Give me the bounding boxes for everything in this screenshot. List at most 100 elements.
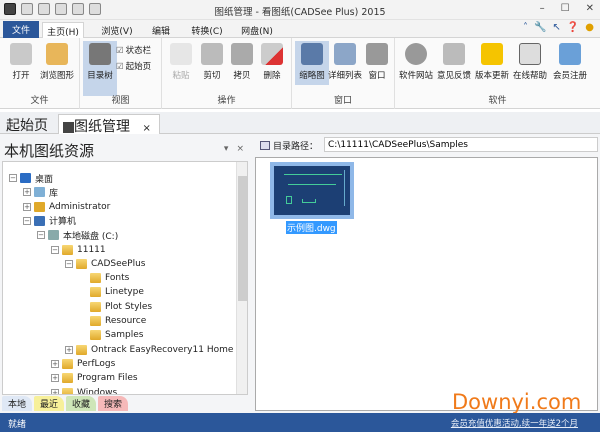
tab-drawing-manager[interactable]: 图纸管理 × xyxy=(58,114,160,135)
tree-item[interactable]: Resource xyxy=(79,314,146,328)
website-button[interactable]: 软件网站 xyxy=(399,41,433,91)
expand-icon[interactable]: + xyxy=(65,345,73,354)
collapse-icon[interactable]: − xyxy=(51,245,59,254)
tree-item-label: Resource xyxy=(105,316,147,326)
folder-open-icon xyxy=(10,43,32,65)
folder-icon xyxy=(76,258,87,269)
path-label: 目录路径： xyxy=(273,142,319,152)
tab-home[interactable]: 主页(H) xyxy=(42,22,84,39)
collapse-icon[interactable]: − xyxy=(65,259,73,268)
tree-item[interactable]: − 计算机 xyxy=(23,214,76,228)
online-help-button[interactable]: 在线帮助 xyxy=(513,41,547,91)
tree-item-label: Administrator xyxy=(49,201,111,212)
promo-link[interactable]: 会员充值优惠活动,续一年送2个月 xyxy=(451,417,578,429)
tree-item[interactable]: + PerfLogs xyxy=(51,357,115,371)
tree-item[interactable]: − 本地磁盘 (C:) xyxy=(37,228,118,242)
paste-button[interactable]: 粘贴 xyxy=(164,41,198,91)
tab-browse[interactable]: 浏览(V) xyxy=(96,22,138,38)
expand-icon[interactable]: + xyxy=(51,388,59,394)
tree-item[interactable]: + Administrator xyxy=(23,200,110,214)
expand-icon[interactable]: + xyxy=(23,188,31,197)
desktop-icon xyxy=(20,173,31,183)
folder-icon xyxy=(90,301,101,312)
path-icon xyxy=(260,141,270,150)
bottom-tab[interactable]: 本地 xyxy=(2,396,33,411)
tree-item[interactable]: Plot Styles xyxy=(79,300,152,314)
tree-item[interactable]: + Ontrack EasyRecovery11 Home xyxy=(65,343,233,357)
tab-edit[interactable]: 编辑 xyxy=(146,22,176,38)
bottom-tab[interactable]: 搜索 xyxy=(98,396,129,411)
tree-item[interactable]: − 11111 xyxy=(51,243,106,257)
delete-icon xyxy=(261,43,283,65)
thumbnail-button[interactable]: 缩略图 xyxy=(295,41,329,85)
panel-close-icon[interactable]: × xyxy=(236,144,244,154)
tab-convert[interactable]: 转换(C) xyxy=(186,22,228,38)
collapse-icon[interactable]: − xyxy=(23,216,31,225)
tree-item-label: Samples xyxy=(105,330,144,341)
statusbar-checkbox[interactable]: 状态栏 xyxy=(116,44,152,56)
file-thumbnail[interactable] xyxy=(270,162,354,219)
help-icon[interactable]: ❓ xyxy=(567,22,579,33)
tab-start-page[interactable]: 起始页 xyxy=(2,114,52,134)
lightning-icon xyxy=(481,43,503,65)
copy-button[interactable]: 拷贝 xyxy=(225,41,259,91)
path-input[interactable] xyxy=(324,137,598,152)
pin-dropdown-icon[interactable]: ▾ xyxy=(224,144,229,154)
feedback-button[interactable]: 意见反馈 xyxy=(437,41,471,91)
pointer-icon[interactable]: ↖ xyxy=(552,22,560,33)
close-tab-icon[interactable]: × xyxy=(142,123,150,134)
tree-item[interactable]: − 桌面 xyxy=(9,171,53,185)
group-window: 缩略图 详细列表 窗口 窗口 xyxy=(292,38,395,109)
expand-icon[interactable]: + xyxy=(23,202,31,211)
group-operations: 粘贴 剪切 拷贝 删除 操作 xyxy=(162,38,292,109)
expand-icon[interactable]: + xyxy=(51,359,59,368)
startpage-checkbox[interactable]: 起始页 xyxy=(116,60,152,72)
scrollbar-thumb[interactable] xyxy=(238,176,247,301)
bottom-tab[interactable]: 收藏 xyxy=(66,396,97,411)
folder-icon xyxy=(90,273,101,284)
minimize-button[interactable]: – xyxy=(540,3,545,14)
cut-button[interactable]: 剪切 xyxy=(195,41,229,91)
collapse-icon[interactable]: − xyxy=(37,231,45,240)
folder-icon xyxy=(62,387,73,394)
browse-drawing-button[interactable]: 浏览图形 xyxy=(40,41,74,91)
collapse-ribbon-icon[interactable]: ˄ xyxy=(523,22,528,33)
tree-item-label: 11111 xyxy=(77,244,106,255)
tree-item[interactable]: Linetype xyxy=(79,285,144,299)
tree-item-label: Program Files xyxy=(77,373,138,384)
tree-item[interactable]: Samples xyxy=(79,328,143,342)
tree-item[interactable]: Fonts xyxy=(79,271,129,285)
tree-item[interactable]: + Windows xyxy=(51,386,117,394)
tree-item[interactable]: − CADSeePlus xyxy=(65,257,145,271)
member-register-button[interactable]: 会员注册 xyxy=(553,41,587,91)
bottom-tab[interactable]: 最近 xyxy=(34,396,65,411)
group-label: 软件 xyxy=(488,96,507,106)
tree-scrollbar[interactable] xyxy=(236,162,247,394)
tree-button[interactable]: 目录树 xyxy=(83,41,117,96)
tree-item[interactable]: + 库 xyxy=(23,185,58,199)
folder-icon xyxy=(76,344,87,355)
question-icon xyxy=(519,43,541,65)
delete-button[interactable]: 删除 xyxy=(255,41,289,91)
tab-file[interactable]: 文件 xyxy=(3,21,39,38)
maximize-button[interactable]: ☐ xyxy=(561,3,570,14)
user-icon[interactable]: ● xyxy=(585,22,594,33)
collapse-icon[interactable]: − xyxy=(9,174,17,182)
folder-icon xyxy=(62,358,73,369)
pc-icon xyxy=(34,215,45,226)
window-title: 图纸管理 - 看图纸(CADSee Plus) 2015 xyxy=(214,7,386,18)
tree-item[interactable]: + Program Files xyxy=(51,371,138,385)
expand-icon[interactable]: + xyxy=(51,374,59,383)
group-software: 软件网站 意见反馈 版本更新 在线帮助 会员注册 软件 xyxy=(395,38,600,109)
window-button[interactable]: 窗口 xyxy=(360,41,394,91)
tab-netdisk[interactable]: 网盘(N) xyxy=(236,22,278,38)
tools-icon[interactable]: 🔧 xyxy=(534,22,546,33)
update-button[interactable]: 版本更新 xyxy=(475,41,509,91)
group-label: 视图 xyxy=(111,96,130,106)
close-button[interactable]: ✕ xyxy=(586,3,594,14)
scissors-icon xyxy=(201,43,223,65)
detail-list-button[interactable]: 详细列表 xyxy=(328,41,362,91)
file-name[interactable]: 示例图.dwg xyxy=(286,221,337,234)
drawing-preview xyxy=(274,166,350,215)
open-button[interactable]: 打开 xyxy=(4,41,38,91)
